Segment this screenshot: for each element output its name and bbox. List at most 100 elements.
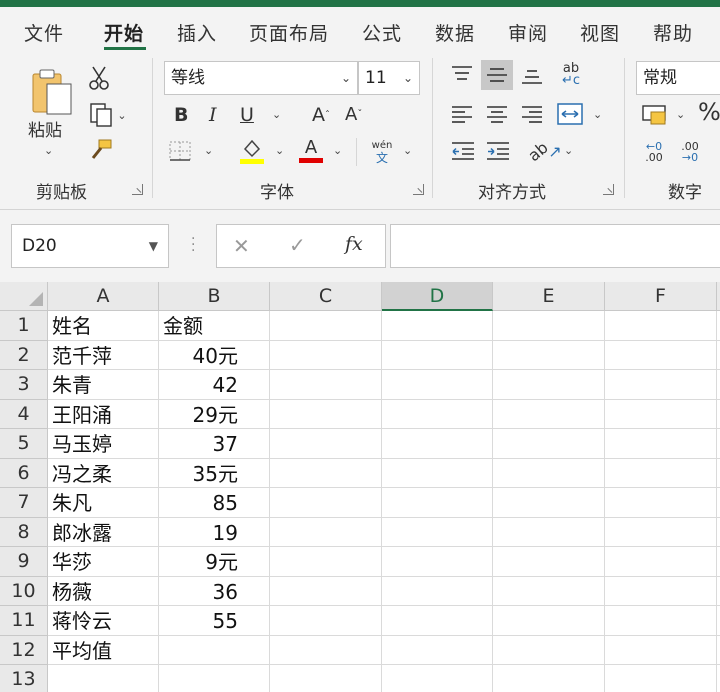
cell-b[interactable]: 40元 [159,341,269,371]
tab-formulas[interactable]: 公式 [362,19,402,46]
cell-b[interactable]: 金额 [159,311,269,341]
row-header[interactable]: 4 [0,399,48,429]
alignment-launcher-icon[interactable] [603,184,614,195]
cell-a[interactable]: 王阳涌 [48,400,158,430]
font-color-dropdown-icon[interactable]: ⌄ [333,144,342,157]
top-align-icon[interactable] [450,62,474,86]
cell-b[interactable]: 85 [159,488,269,518]
column-header-b[interactable]: B [159,282,270,311]
cell-b[interactable]: 35元 [159,459,269,489]
cell-a[interactable]: 杨薇 [48,577,158,607]
merge-center-icon[interactable] [556,100,584,128]
column-header-f[interactable]: F [605,282,717,311]
middle-align-icon[interactable] [481,60,513,90]
cell-a[interactable]: 郎冰露 [48,518,158,548]
cell-b[interactable]: 55 [159,606,269,636]
cell-a[interactable]: 平均值 [48,636,158,666]
row-header[interactable]: 1 [0,311,48,341]
cell-b[interactable]: 29元 [159,400,269,430]
row-header[interactable]: 8 [0,517,48,547]
cell-b[interactable]: 37 [159,429,269,459]
cell-a[interactable]: 朱青 [48,370,158,400]
formula-input[interactable] [390,224,720,268]
format-painter-icon[interactable] [86,136,114,164]
borders-icon[interactable] [166,138,194,164]
phonetic-dropdown-icon[interactable]: ⌄ [403,144,412,157]
column-header-c[interactable]: C [270,282,382,311]
cell-a[interactable]: 范千萍 [48,341,158,371]
number-format-box[interactable]: 常规 [636,61,720,95]
grow-font-button[interactable]: Aˆ [312,104,330,126]
enter-icon[interactable]: ✓ [289,233,306,257]
row-header[interactable]: 9 [0,547,48,577]
copy-icon[interactable]: ⌄ [84,100,132,130]
increase-indent-icon[interactable] [485,138,511,164]
cell-a[interactable]: 姓名 [48,311,158,341]
cell-a[interactable]: 马玉婷 [48,429,158,459]
cancel-icon[interactable]: ✕ [233,234,250,258]
bold-button[interactable]: B [174,104,188,126]
tab-view[interactable]: 视图 [580,19,620,46]
cell-b[interactable]: 9元 [159,547,269,577]
font-launcher-icon[interactable] [413,184,424,195]
phonetic-guide-icon[interactable]: wén 文 [368,138,396,166]
select-all-button[interactable] [0,282,48,311]
tab-help[interactable]: 帮助 [653,19,693,46]
merge-dropdown-icon[interactable]: ⌄ [593,108,602,121]
accounting-dropdown-icon[interactable]: ⌄ [676,108,685,121]
tab-home[interactable]: 开始 [104,19,144,46]
fill-color-icon[interactable] [238,136,266,166]
row-header[interactable]: 3 [0,370,48,400]
row-header[interactable]: 5 [0,429,48,459]
cell-b[interactable]: 42 [159,370,269,400]
row-header[interactable]: 2 [0,340,48,370]
underline-dropdown-icon[interactable]: ⌄ [272,108,281,121]
chevron-down-icon[interactable]: ▼ [149,225,158,267]
font-family-box[interactable]: 等线 ⌄ [164,61,358,95]
orientation-dropdown-icon[interactable]: ⌄ [564,144,573,157]
row-header[interactable]: 12 [0,635,48,665]
cell-b[interactable]: 19 [159,518,269,548]
font-size-box[interactable]: 11 ⌄ [358,61,420,95]
row-header[interactable]: 6 [0,458,48,488]
cell-b[interactable] [159,636,269,666]
shrink-font-button[interactable]: Aˇ [345,104,362,125]
paste-dropdown-icon[interactable]: ⌄ [44,144,53,157]
cell-b[interactable]: 36 [159,577,269,607]
percent-button[interactable]: % [698,98,720,126]
tab-page-layout[interactable]: 页面布局 [249,19,329,46]
clipboard-launcher-icon[interactable] [132,184,143,195]
accounting-format-icon[interactable] [640,100,670,128]
cut-icon[interactable] [86,64,112,92]
row-header[interactable]: 11 [0,606,48,636]
decrease-decimal-icon[interactable]: .00 →0 [676,138,704,166]
tab-file[interactable]: 文件 [24,19,64,46]
borders-dropdown-icon[interactable]: ⌄ [204,144,213,157]
cell-b[interactable] [159,665,269,692]
tab-insert[interactable]: 插入 [177,19,217,46]
align-left-icon[interactable] [450,102,474,126]
tab-data[interactable]: 数据 [435,19,475,46]
increase-decimal-icon[interactable]: ←0.00 [640,138,668,166]
fill-color-dropdown-icon[interactable]: ⌄ [275,144,284,157]
wrap-text-icon[interactable]: ab ↵c [556,60,586,90]
font-color-icon[interactable]: A [298,136,324,166]
name-box[interactable]: D20 ▼ [11,224,169,268]
italic-button[interactable]: I [209,104,217,126]
align-center-icon[interactable] [485,102,509,126]
column-header-d[interactable]: D [382,282,493,311]
orientation-icon[interactable]: ab ↗ [525,136,562,166]
cell-a[interactable]: 华莎 [48,547,158,577]
drag-handle-icon[interactable]: · · · [191,232,195,258]
decrease-indent-icon[interactable] [450,138,476,164]
cell-a[interactable]: 朱凡 [48,488,158,518]
cell-a[interactable]: 冯之柔 [48,459,158,489]
row-header[interactable]: 7 [0,488,48,518]
align-right-icon[interactable] [520,102,544,126]
cell-a[interactable]: 蒋怜云 [48,606,158,636]
row-header[interactable]: 10 [0,576,48,606]
column-header-a[interactable]: A [48,282,159,311]
insert-function-icon[interactable]: fx [345,233,363,255]
row-header[interactable]: 13 [0,665,48,692]
column-header-e[interactable]: E [493,282,605,311]
